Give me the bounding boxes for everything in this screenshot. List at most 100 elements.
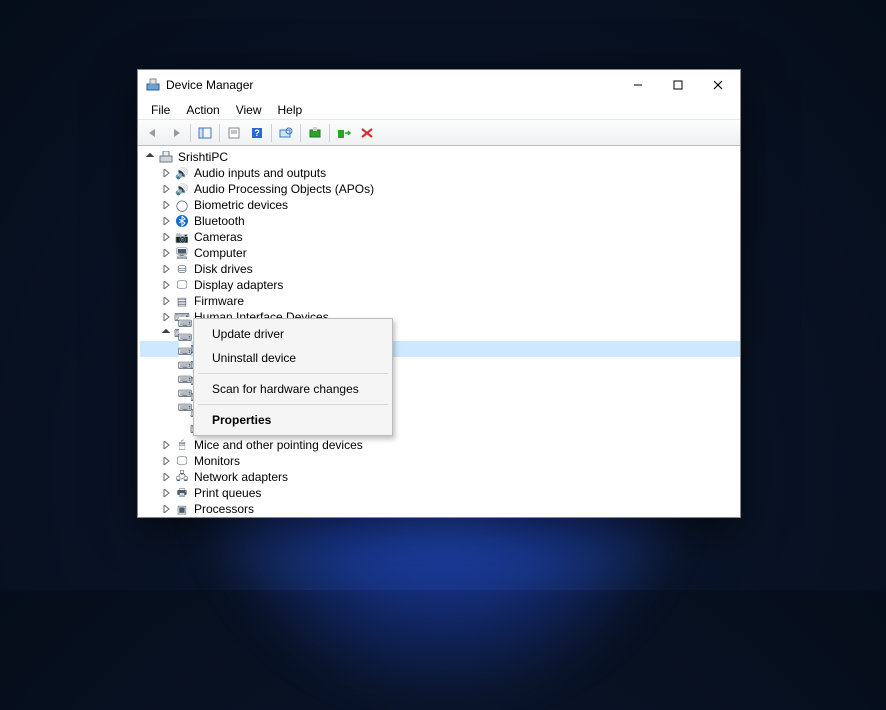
- caret-closed-icon[interactable]: [160, 311, 172, 323]
- caret-closed-icon[interactable]: [160, 183, 172, 195]
- keyboard-icon: ⌨: [179, 359, 191, 373]
- device-manager-window: Device Manager File Action View Help ?: [137, 69, 741, 518]
- tree-node-cpu-15[interactable]: ▣ Processors: [140, 501, 740, 517]
- forward-button[interactable]: [165, 123, 187, 143]
- computer-icon: 🖥: [174, 246, 190, 260]
- update-driver-button[interactable]: [304, 123, 326, 143]
- tree-node-label: Display adapters: [194, 278, 283, 292]
- camera-icon: 📷: [174, 230, 190, 244]
- keyboard-children-icons: ⌨⌨⌨⌨⌨⌨⌨: [179, 317, 191, 415]
- context-item-properties[interactable]: Properties: [196, 408, 390, 432]
- tree-node-label: Disk drives: [194, 262, 253, 276]
- tree-node-speaker-0[interactable]: 🔊 Audio inputs and outputs: [140, 165, 740, 181]
- caret-closed-icon[interactable]: [160, 455, 172, 467]
- caret-closed-icon[interactable]: [160, 439, 172, 451]
- tree-node-label: Computer: [194, 246, 247, 260]
- scan-hardware-button[interactable]: [275, 123, 297, 143]
- enable-device-button[interactable]: [333, 123, 355, 143]
- caret-closed-icon[interactable]: [160, 199, 172, 211]
- keyboard-icon: ⌨: [179, 401, 191, 415]
- maximize-button[interactable]: [658, 71, 698, 99]
- tree-node-fingerprint-2[interactable]: ◯ Biometric devices: [140, 197, 740, 213]
- tree-node-label: Audio inputs and outputs: [194, 166, 326, 180]
- tree-node-disk-6[interactable]: ⛁ Disk drives: [140, 261, 740, 277]
- tree-node-camera-4[interactable]: 📷 Cameras: [140, 229, 740, 245]
- menubar: File Action View Help: [138, 100, 740, 120]
- context-item-uninstall-device[interactable]: Uninstall device: [196, 346, 390, 370]
- caret-closed-icon[interactable]: [160, 247, 172, 259]
- toolbar: ?: [138, 120, 740, 146]
- speaker-icon: 🔊: [174, 166, 190, 180]
- caret-closed-icon[interactable]: [160, 263, 172, 275]
- tree-node-monitor-12[interactable]: 🖵Monitors: [140, 453, 740, 469]
- tree-node-mouse-11[interactable]: 🖱 Mice and other pointing devices: [140, 437, 740, 453]
- tree-node-label: Biometric devices: [194, 198, 288, 212]
- keyboard-icon: ⌨: [179, 387, 191, 401]
- tree-node-label: Firmware: [194, 294, 244, 308]
- help-button[interactable]: ?: [246, 123, 268, 143]
- tree-node-chip-8[interactable]: ▤ Firmware: [140, 293, 740, 309]
- context-separator: [198, 373, 388, 374]
- titlebar: Device Manager: [138, 70, 740, 100]
- show-hide-console-tree-button[interactable]: [194, 123, 216, 143]
- caret-closed-icon[interactable]: [160, 215, 172, 227]
- caret-closed-icon[interactable]: [160, 503, 172, 515]
- speaker-icon: 🔊: [174, 182, 190, 196]
- tree-node-display-7[interactable]: 🖵 Display adapters: [140, 277, 740, 293]
- caret-closed-icon[interactable]: [160, 295, 172, 307]
- tree-node-bluetooth-3[interactable]: Bluetooth: [140, 213, 740, 229]
- back-button[interactable]: [142, 123, 164, 143]
- network-icon: 🖧: [174, 470, 190, 484]
- window-title: Device Manager: [166, 78, 618, 92]
- tree-node-printer-14[interactable]: 🖶 Print queues: [140, 485, 740, 501]
- caret-closed-icon[interactable]: [160, 487, 172, 499]
- disk-icon: ⛁: [174, 262, 190, 276]
- tree-node-network-13[interactable]: 🖧 Network adapters: [140, 469, 740, 485]
- tree-node-label: Audio Processing Objects (APOs): [194, 182, 374, 196]
- tree-node-label: Print queues: [194, 486, 261, 500]
- tree-node-label: Network adapters: [194, 470, 288, 484]
- keyboard-icon: ⌨: [179, 373, 191, 387]
- caret-closed-icon[interactable]: [160, 167, 172, 179]
- chip-icon: ▤: [174, 294, 190, 308]
- content-area: SrishtiPC 🔊 Audio inputs and outputs 🔊 Audio…: [138, 146, 740, 517]
- context-item-update-driver[interactable]: Update driver: [196, 322, 390, 346]
- fingerprint-icon: ◯: [174, 198, 190, 212]
- tree-node-label: Cameras: [194, 230, 243, 244]
- context-item-scan-for-hardware-changes[interactable]: Scan for hardware changes: [196, 377, 390, 401]
- keyboard-icon: ⌨: [179, 331, 191, 345]
- app-icon: [146, 78, 160, 92]
- tree-node-computer-5[interactable]: 🖥 Computer: [140, 245, 740, 261]
- root-icon: [158, 150, 174, 164]
- caret-open-icon[interactable]: [144, 151, 156, 163]
- caret-open-icon[interactable]: [160, 327, 172, 339]
- menu-help[interactable]: Help: [271, 101, 310, 119]
- menu-action[interactable]: Action: [179, 101, 226, 119]
- display-icon: 🖵: [174, 278, 190, 292]
- properties-button[interactable]: [223, 123, 245, 143]
- tree-node-label: SrishtiPC: [178, 150, 228, 164]
- mouse-icon: 🖱: [174, 438, 190, 452]
- tree-node-label: Processors: [194, 502, 254, 516]
- context-menu: Update driverUninstall device Scan for ha…: [193, 318, 393, 436]
- caret-closed-icon[interactable]: [160, 279, 172, 291]
- uninstall-device-button[interactable]: [356, 123, 378, 143]
- window-controls: [618, 71, 738, 99]
- caret-closed-icon[interactable]: [160, 231, 172, 243]
- tree-node-root[interactable]: SrishtiPC: [140, 149, 740, 165]
- context-separator: [198, 404, 388, 405]
- menu-file[interactable]: File: [144, 101, 177, 119]
- close-button[interactable]: [698, 71, 738, 99]
- bluetooth-icon: [174, 214, 190, 228]
- svg-text:?: ?: [254, 128, 260, 138]
- minimize-button[interactable]: [618, 71, 658, 99]
- tree-node-speaker-1[interactable]: 🔊 Audio Processing Objects (APOs): [140, 181, 740, 197]
- menu-view[interactable]: View: [229, 101, 269, 119]
- printer-icon: 🖶: [174, 486, 190, 500]
- caret-closed-icon[interactable]: [160, 471, 172, 483]
- tree-node-label: Bluetooth: [194, 214, 245, 228]
- keyboard-icon: ⌨: [179, 317, 191, 331]
- cpu-icon: ▣: [174, 502, 190, 516]
- monitor-icon: 🖵: [174, 454, 190, 468]
- tree-node-label: Mice and other pointing devices: [194, 438, 363, 452]
